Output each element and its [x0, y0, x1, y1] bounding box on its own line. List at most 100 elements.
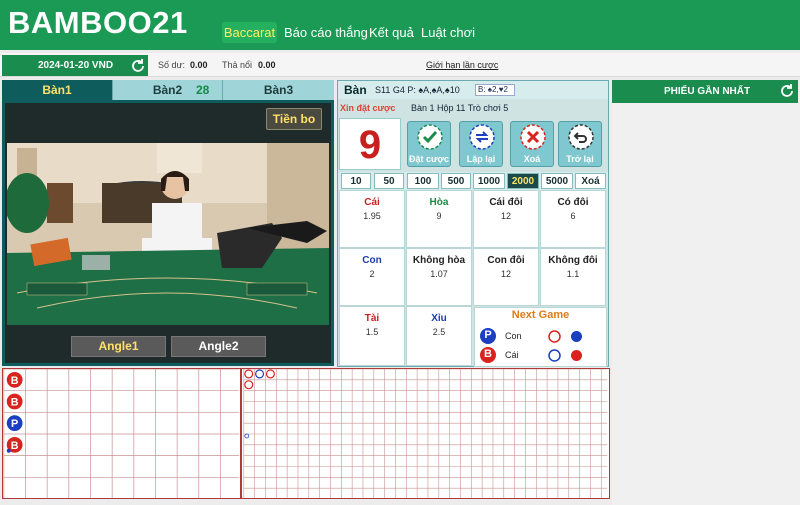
bet-banker-pair[interactable]: Cái đôi 12 [473, 190, 539, 248]
nav-win-report[interactable]: Báo cáo thắng [284, 22, 368, 43]
bet-name: Không đôi [548, 255, 598, 266]
chip-clear[interactable]: Xoá [575, 173, 606, 189]
bet-name: Cái [364, 197, 380, 208]
tab-table-3[interactable]: Bàn3 [222, 80, 334, 100]
bet-big[interactable]: Tài 1.5 [339, 306, 405, 366]
hollow-red-circle-icon [548, 330, 561, 343]
refresh-icon[interactable] [779, 83, 795, 99]
release-value: 0.00 [258, 60, 276, 70]
round-info: Bàn 1 Hộp 11 Trò chơi 5 [411, 103, 509, 113]
derived-road-mark [244, 433, 250, 439]
bet-odds: 12 [500, 269, 511, 279]
bet-name: Không hòa [412, 255, 466, 266]
countdown-timer: 9 [339, 118, 401, 170]
tab-count: 28 [196, 83, 210, 97]
banker-badge-letter: B [484, 348, 492, 360]
chip-1000[interactable]: 1000 [473, 173, 505, 189]
recent-bets-panel [612, 80, 800, 505]
hollow-blue-circle-icon [548, 349, 561, 362]
red-dot-icon [571, 350, 582, 361]
nav-rules[interactable]: Luật chơi [421, 22, 475, 43]
bet-name: Con [362, 255, 382, 266]
chip-100[interactable]: 100 [407, 173, 439, 189]
bet-name: Hòa [429, 197, 449, 208]
bet-odds: 2 [369, 269, 375, 279]
svg-text:B: B [11, 440, 19, 452]
bet-no-pair[interactable]: Không đôi 1.1 [540, 248, 606, 306]
undo-icon [568, 124, 594, 150]
action-label: Xoá [523, 154, 541, 164]
next-player-label: Con [505, 331, 522, 341]
blue-dot-icon [571, 331, 582, 342]
bet-odds: 9 [436, 211, 442, 221]
action-label: Đặt cược [409, 154, 449, 164]
bet-odds: 6 [570, 211, 576, 221]
bet-odds: 1.5 [365, 327, 379, 337]
tip-button[interactable]: Tiền bo [266, 108, 322, 130]
big-road-mark [244, 369, 254, 379]
big-road-mark [255, 369, 265, 379]
chip-10[interactable]: 10 [341, 173, 371, 189]
clear-button[interactable]: Xoá [510, 121, 554, 167]
big-road-mark [244, 380, 254, 390]
bet-name: Có đôi [557, 197, 589, 208]
svg-text:B: B [11, 396, 19, 408]
chip-500[interactable]: 500 [441, 173, 471, 189]
refresh-icon[interactable] [130, 58, 146, 74]
clear-icon [520, 124, 546, 150]
bet-name: Con đôi [487, 255, 525, 266]
tab-label: Bàn2 [152, 83, 183, 97]
bet-name: Xỉu [431, 313, 447, 324]
big-road [241, 368, 610, 499]
bet-odds: 1.07 [430, 269, 448, 279]
bead-b-1: B [6, 371, 23, 388]
bet-player-pair[interactable]: Con đôi 12 [473, 248, 539, 306]
next-game-title: Next Game [511, 309, 570, 321]
bet-player[interactable]: Con 2 [339, 248, 405, 306]
repeat-icon [469, 124, 495, 150]
action-label: Trở lại [566, 154, 594, 164]
bead-p-3: P [6, 415, 23, 432]
bead-road: B B P B [2, 368, 241, 499]
bet-any-pair[interactable]: Có đôi 6 [540, 190, 606, 248]
mini-result: B: ♠2,♥2 [475, 84, 515, 96]
bet-odds: 12 [500, 211, 511, 221]
chip-5000[interactable]: 5000 [541, 173, 573, 189]
nav-results[interactable]: Kết quả [369, 22, 414, 43]
recent-bets-title: PHIẾU GẦN NHẤT [612, 80, 798, 103]
chip-50[interactable]: 50 [374, 173, 404, 189]
table-shoe-info: S11 G4 P: ♠A,♠A,♠10 [375, 85, 460, 95]
bet-odds: 1.1 [566, 269, 580, 279]
bet-odds: 1.95 [363, 211, 381, 221]
bet-no-tie[interactable]: Không hòa 1.07 [406, 248, 472, 306]
svg-text:P: P [11, 418, 18, 430]
balance-label: Số dư: [158, 60, 186, 70]
place-bet-prompt: Xin đặt cược [340, 103, 396, 113]
repeat-button[interactable]: Lặp lại [459, 121, 503, 167]
undo-button[interactable]: Trở lại [558, 121, 602, 167]
bet-name: Tài [364, 313, 380, 324]
player-badge-letter: P [484, 329, 492, 341]
date-currency: 2024-01-20 VND [2, 55, 148, 76]
action-label: Lặp lại [466, 154, 496, 164]
bet-odds: 2.5 [432, 327, 446, 337]
next-banker-label: Cái [505, 350, 519, 360]
bet-banker[interactable]: Cái 1.95 [339, 190, 405, 248]
svg-text:B: B [11, 375, 19, 387]
bet-limits-link[interactable]: Giới hạn lần cược [426, 60, 498, 70]
big-road-mark [265, 369, 275, 379]
bet-small[interactable]: Xỉu 2.5 [406, 306, 472, 366]
chip-2000[interactable]: 2000 [507, 173, 539, 189]
bet-tie[interactable]: Hòa 9 [406, 190, 472, 248]
check-icon [417, 124, 443, 150]
angle1-button[interactable]: Angle1 [71, 336, 166, 357]
table-label: Bàn [344, 83, 367, 97]
bet-name: Cái đôi [489, 197, 523, 208]
tab-table-1[interactable]: Bàn1 [2, 80, 112, 100]
nav-baccarat[interactable]: Baccarat [222, 22, 277, 43]
release-label: Thả nổi [222, 60, 253, 70]
bead-b-2: B [6, 393, 23, 410]
balance-value: 0.00 [190, 60, 208, 70]
angle2-button[interactable]: Angle2 [171, 336, 266, 357]
place-bet-button[interactable]: Đặt cược [407, 121, 451, 167]
